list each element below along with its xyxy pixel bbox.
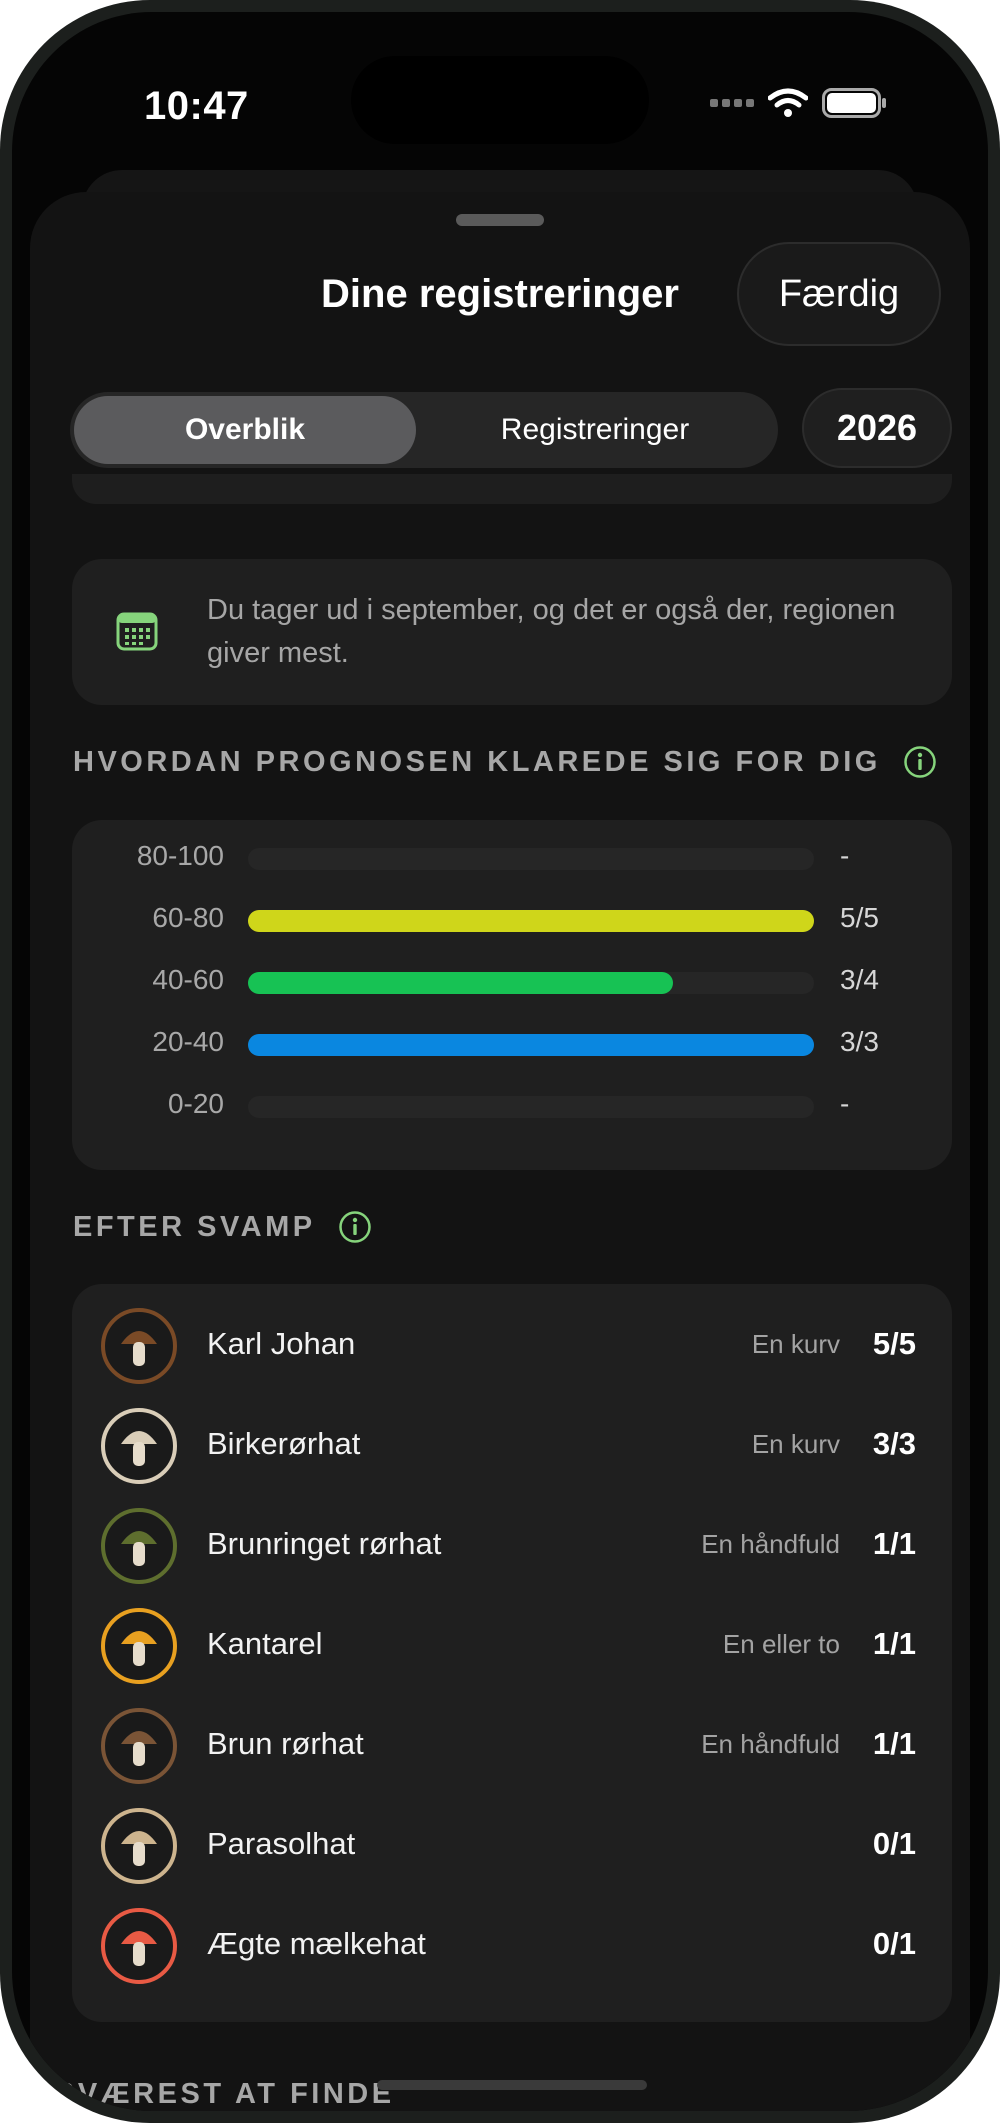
species-section-heading: EFTER SVAMP bbox=[73, 1210, 372, 1244]
species-row[interactable]: Birkerørhat En kurv 3/3 bbox=[72, 1396, 952, 1496]
info-icon[interactable] bbox=[903, 745, 937, 779]
forecast-range-label: 80-100 bbox=[136, 840, 224, 871]
species-score: 1/1 bbox=[872, 1526, 916, 1561]
species-name: Kantarel bbox=[207, 1626, 323, 1661]
species-name: Parasolhat bbox=[207, 1826, 356, 1861]
done-button[interactable]: Færdig bbox=[737, 242, 941, 346]
forecast-range-label: 0-20 bbox=[167, 1088, 224, 1119]
segmented-control: Overblik Registreringer bbox=[70, 392, 778, 468]
species-row[interactable]: Brunringet rørhat En håndfuld 1/1 bbox=[72, 1496, 952, 1596]
hardest-section-heading: SVÆREST AT FINDE bbox=[55, 2078, 395, 2110]
species-list-card: Karl Johan En kurv 5/5 Birkerørhat En kurv 3/… bbox=[72, 1284, 952, 2022]
forecast-row: 0-20 - bbox=[72, 1086, 952, 1126]
harvest-amount: En kurv bbox=[751, 1329, 840, 1359]
species-name: Karl Johan bbox=[207, 1326, 356, 1361]
forecast-hit-value: 3/4 bbox=[840, 964, 879, 995]
forecast-bar-fill bbox=[248, 1034, 814, 1056]
species-name: Ægte mælkehat bbox=[207, 1926, 426, 1961]
status-time: 10:47 bbox=[144, 84, 249, 128]
forecast-bar-track bbox=[248, 1034, 814, 1056]
forecast-bar-track bbox=[248, 910, 814, 932]
species-row[interactable]: Ægte mælkehat 0/1 bbox=[72, 1896, 952, 1996]
forecast-bar-track bbox=[248, 848, 814, 870]
forecast-row: 40-60 3/4 bbox=[72, 962, 952, 1002]
species-row[interactable]: Parasolhat 0/1 bbox=[72, 1796, 952, 1896]
forecast-heading-text: HVORDAN PROGNOSEN KLAREDE SIG FOR DIG bbox=[73, 745, 881, 778]
species-score: 1/1 bbox=[872, 1726, 916, 1761]
species-name: Birkerørhat bbox=[207, 1426, 361, 1461]
species-score: 0/1 bbox=[872, 1826, 916, 1861]
harvest-amount: En eller to bbox=[722, 1629, 840, 1659]
insight-card: Du tager ud i september, og det er også … bbox=[72, 559, 952, 705]
status-icons bbox=[710, 88, 888, 118]
battery-icon bbox=[822, 88, 886, 118]
insight-text: Du tager ud i september, og det er også … bbox=[207, 594, 896, 669]
species-row[interactable]: Kantarel En eller to 1/1 bbox=[72, 1596, 952, 1696]
harvest-amount: En håndfuld bbox=[701, 1529, 840, 1559]
year-selector[interactable]: 2026 bbox=[802, 388, 952, 468]
card-edge bbox=[72, 474, 952, 504]
harvest-amount: En kurv bbox=[751, 1429, 840, 1459]
mushroom-icon bbox=[101, 1308, 177, 1384]
forecast-range-label: 40-60 bbox=[152, 964, 224, 995]
forecast-section-heading: HVORDAN PROGNOSEN KLAREDE SIG FOR DIG bbox=[73, 745, 937, 779]
calendar-icon bbox=[116, 612, 158, 651]
species-row[interactable]: Karl Johan En kurv 5/5 bbox=[72, 1296, 952, 1396]
screen: 10:47 Dine registreringer Færdig Overbli… bbox=[12, 12, 988, 2111]
home-indicator[interactable] bbox=[377, 2080, 647, 2090]
forecast-hit-value: 5/5 bbox=[840, 902, 879, 933]
registrations-sheet: Dine registreringer Færdig Overblik Regi… bbox=[30, 192, 970, 2111]
species-name: Brun rørhat bbox=[207, 1726, 364, 1761]
phone-frame: 10:47 Dine registreringer Færdig Overbli… bbox=[0, 0, 1000, 2123]
harvest-amount: En håndfuld bbox=[701, 1729, 840, 1759]
mushroom-icon bbox=[101, 1808, 177, 1884]
species-score: 5/5 bbox=[872, 1326, 916, 1361]
forecast-bar-fill bbox=[248, 910, 814, 932]
info-icon[interactable] bbox=[338, 1210, 372, 1244]
species-score: 3/3 bbox=[872, 1426, 916, 1461]
forecast-chart-card: 80-100 - 60-80 5/5 40-60 3/4 20-40 3/3 0-20 - bbox=[72, 820, 952, 1170]
forecast-range-label: 60-80 bbox=[152, 902, 224, 933]
species-score: 1/1 bbox=[872, 1626, 916, 1661]
species-score: 0/1 bbox=[872, 1926, 916, 1961]
forecast-hit-value: - bbox=[840, 1088, 850, 1119]
forecast-range-label: 20-40 bbox=[152, 1026, 224, 1057]
tab-registrations[interactable]: Registreringer bbox=[416, 396, 774, 464]
sheet-grabber[interactable] bbox=[456, 214, 544, 226]
forecast-row: 60-80 5/5 bbox=[72, 900, 952, 940]
dynamic-island bbox=[351, 56, 649, 144]
species-heading-text: EFTER SVAMP bbox=[73, 1210, 316, 1243]
forecast-hit-value: - bbox=[840, 840, 850, 871]
mushroom-icon bbox=[101, 1508, 177, 1584]
tab-overview[interactable]: Overblik bbox=[74, 396, 416, 464]
species-name: Brunringet rørhat bbox=[207, 1526, 442, 1561]
forecast-bar-fill bbox=[248, 972, 673, 994]
mushroom-icon bbox=[101, 1608, 177, 1684]
wifi-icon bbox=[768, 88, 808, 117]
mushroom-icon bbox=[101, 1408, 177, 1484]
cellular-signal-icon bbox=[710, 99, 754, 107]
mushroom-icon bbox=[101, 1708, 177, 1784]
forecast-bar-track bbox=[248, 1096, 814, 1118]
forecast-bar-track bbox=[248, 972, 814, 994]
forecast-row: 20-40 3/3 bbox=[72, 1024, 952, 1064]
forecast-hit-value: 3/3 bbox=[840, 1026, 879, 1057]
forecast-row: 80-100 - bbox=[72, 838, 952, 878]
species-row[interactable]: Brun rørhat En håndfuld 1/1 bbox=[72, 1696, 952, 1796]
mushroom-icon bbox=[101, 1908, 177, 1984]
